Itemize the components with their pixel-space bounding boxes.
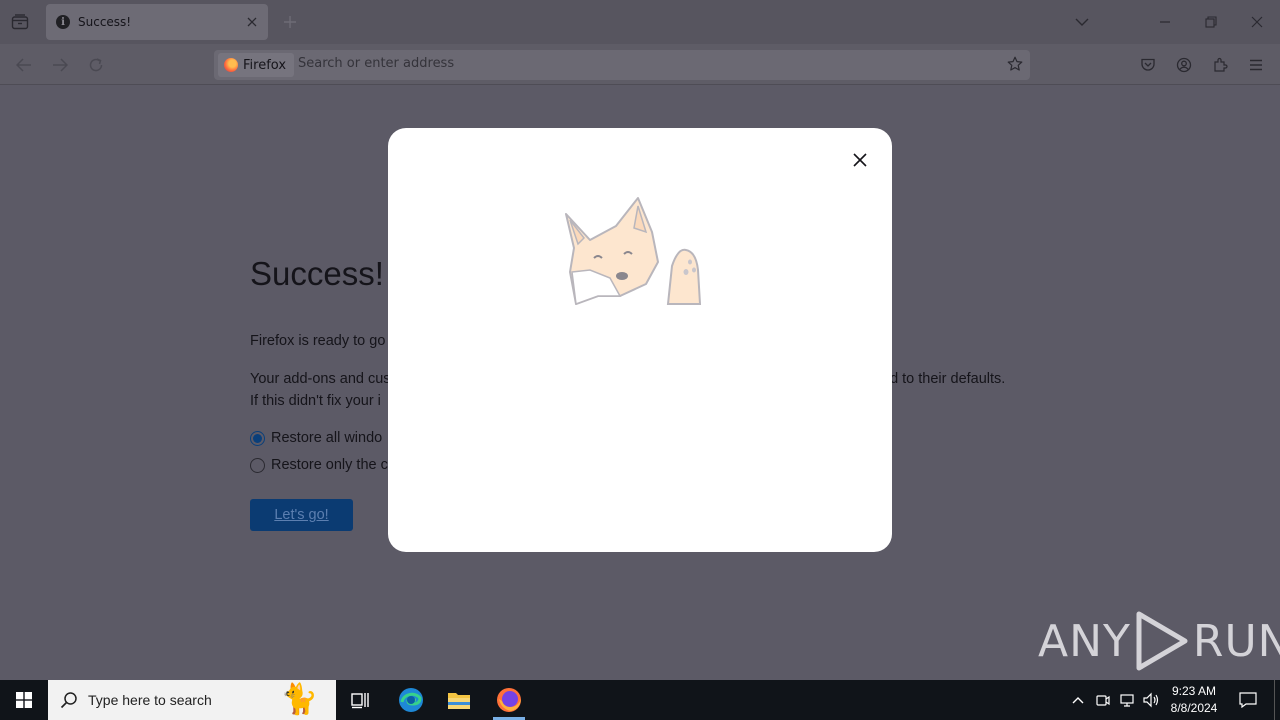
radio-restore-all[interactable]: Restore all windo	[250, 430, 382, 446]
tab-title: Success!	[78, 15, 132, 29]
reset-description-end: ed to their defaults.	[882, 371, 1006, 387]
windows-start-icon[interactable]	[0, 680, 48, 720]
forward-icon[interactable]	[47, 52, 73, 78]
meet-now-icon[interactable]	[1092, 680, 1114, 720]
radio-button-checked[interactable]	[250, 430, 265, 446]
network-icon[interactable]	[1116, 680, 1138, 720]
welcome-modal	[388, 128, 892, 552]
search-icon	[60, 692, 77, 709]
edge-icon[interactable]	[387, 680, 435, 720]
play-logo-icon	[1136, 611, 1188, 671]
identity-box[interactable]: Firefox	[218, 53, 295, 77]
identity-label: Firefox	[243, 57, 287, 73]
tab-success[interactable]: i Success!	[46, 4, 268, 40]
radio-button[interactable]	[250, 457, 265, 473]
url-input[interactable]: Search or enter address	[298, 56, 454, 71]
lets-go-button[interactable]: Let's go!	[250, 499, 353, 531]
firefox-logo-icon	[224, 58, 238, 72]
reload-icon[interactable]	[83, 52, 109, 78]
watermark-right: RUN	[1192, 615, 1280, 667]
close-icon[interactable]	[848, 148, 872, 172]
watermark-left: ANY	[1038, 615, 1131, 667]
ready-text: Firefox is ready to go	[250, 333, 386, 349]
waving-fox-icon	[565, 197, 702, 306]
help-description: If this didn't fix your i	[250, 393, 381, 409]
clock-time: 9:23 AM	[1171, 684, 1217, 698]
taskbar-search-box[interactable]: Type here to search 🐈	[48, 680, 336, 720]
search-placeholder: Type here to search	[88, 692, 212, 708]
file-explorer-icon[interactable]	[435, 680, 483, 720]
firefox-view-icon[interactable]	[8, 10, 32, 34]
close-window-icon[interactable]	[1234, 6, 1280, 38]
clock-date: 8/8/2024	[1170, 701, 1218, 715]
show-hidden-icons-chevron[interactable]	[1068, 680, 1088, 720]
account-icon[interactable]	[1171, 52, 1197, 78]
show-desktop-button[interactable]	[1274, 680, 1275, 720]
cat-illustration-icon: 🐈	[280, 682, 318, 717]
extensions-icon[interactable]	[1207, 52, 1233, 78]
page-title: Success!	[250, 255, 384, 292]
minimize-icon[interactable]	[1142, 6, 1188, 38]
notification-icon[interactable]	[1232, 680, 1264, 720]
reset-description-start: Your add-ons and cus	[250, 371, 391, 387]
list-all-tabs-icon[interactable]	[1070, 10, 1094, 34]
volume-icon[interactable]	[1140, 680, 1162, 720]
radio-restore-only[interactable]: Restore only the c	[250, 457, 388, 473]
firefox-taskbar-icon[interactable]	[485, 680, 533, 720]
back-icon[interactable]	[11, 52, 37, 78]
radio-label: Restore only the c	[271, 457, 388, 473]
info-icon: i	[56, 15, 70, 29]
tab-close-icon[interactable]	[240, 10, 264, 34]
restore-icon[interactable]	[1188, 6, 1234, 38]
bookmark-star-icon[interactable]	[1003, 52, 1027, 76]
task-view-icon[interactable]	[336, 680, 384, 720]
new-tab-icon[interactable]	[280, 12, 300, 32]
pocket-icon[interactable]	[1135, 52, 1161, 78]
anyrun-watermark: ANY RUN	[1038, 608, 1280, 674]
taskbar: Type here to search 🐈 9:23 AM 8/8/2024	[0, 680, 1280, 720]
system-clock[interactable]: 9:23 AM 8/8/2024	[1164, 683, 1224, 717]
menu-icon[interactable]	[1243, 52, 1269, 78]
radio-label: Restore all windo	[271, 430, 383, 446]
tab-bar: i Success!	[0, 0, 1280, 44]
